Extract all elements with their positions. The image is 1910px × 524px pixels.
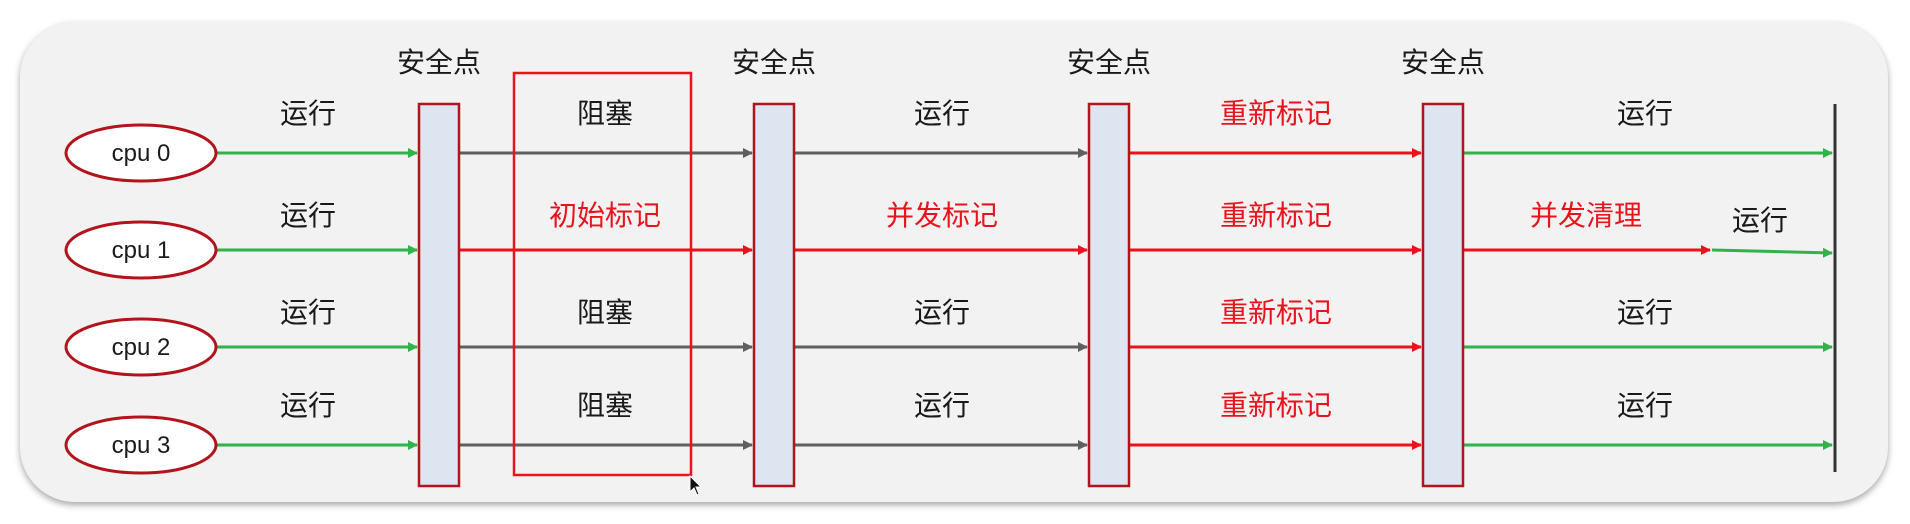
- phase-label-cpu2-phase1: 阻塞: [577, 296, 633, 329]
- phase-label-cpu0-phase1: 阻塞: [577, 97, 633, 130]
- safepoint-bar-3: [1421, 102, 1465, 488]
- safepoint-label-2: 安全点: [1067, 46, 1151, 79]
- phase-label-cpu1-phase1: 初始标记: [549, 199, 661, 232]
- phase-label-cpu1-phase4: 并发清理: [1530, 199, 1642, 232]
- phase-label-cpu2-phase3: 重新标记: [1220, 296, 1332, 329]
- phase-label-cpu3-phase0: 运行: [280, 389, 336, 422]
- phase-label-cpu2-phase0: 运行: [280, 296, 336, 329]
- phase-label-cpu0-phase2: 运行: [914, 97, 970, 130]
- safepoint-bar-1: [752, 102, 796, 488]
- phase-label-cpu1-phase0: 运行: [280, 199, 336, 232]
- safepoint-label-3: 安全点: [1401, 46, 1485, 79]
- cpu-label-3: cpu 3: [112, 432, 171, 459]
- safepoint-label-0: 安全点: [397, 46, 481, 79]
- cms-gc-phase-diagram: 安全点 安全点 安全点 安全点 cpu 0cpu 1cpu 2cpu 3 运行运行运行…: [64, 46, 1837, 488]
- phase-label-cpu3-phase1: 阻塞: [577, 389, 633, 422]
- phase-label-cpu0-phase3: 重新标记: [1220, 97, 1332, 130]
- phase-label-cpu1-phase3: 重新标记: [1220, 199, 1332, 232]
- phase-label-cpu1-phase2: 并发标记: [886, 199, 998, 232]
- cpu-label-1: cpu 1: [112, 237, 171, 264]
- safepoint-bar-2: [1087, 102, 1131, 488]
- phase-label-cpu0-phase0: 运行: [280, 97, 336, 130]
- cpu-label-0: cpu 0: [112, 140, 171, 167]
- phase-label-cpu2-phase4: 运行: [1617, 296, 1673, 329]
- mouse-cursor-icon: [689, 475, 703, 496]
- run-after-sweep-label: 运行: [1732, 204, 1788, 237]
- phase-label-cpu0-phase4: 运行: [1617, 97, 1673, 130]
- arrow-run-after-sweep: [1711, 247, 1833, 258]
- phase-label-cpu3-phase4: 运行: [1617, 389, 1673, 422]
- safepoint-bar-0: [417, 102, 461, 488]
- safepoint-label-1: 安全点: [732, 46, 816, 79]
- phase-label-cpu2-phase2: 运行: [914, 296, 970, 329]
- phase-label-cpu3-phase2: 运行: [914, 389, 970, 422]
- cpu-label-2: cpu 2: [112, 334, 171, 361]
- phase-label-cpu3-phase3: 重新标记: [1220, 389, 1332, 422]
